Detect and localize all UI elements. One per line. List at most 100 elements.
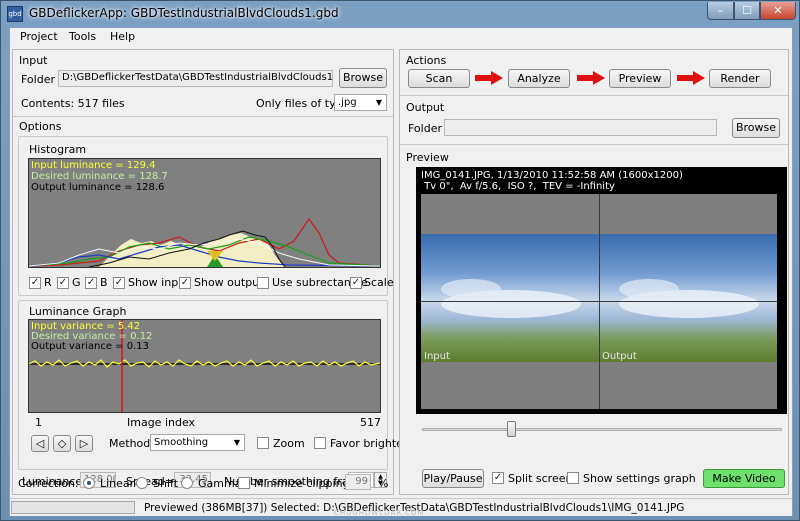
frame-slider-track[interactable] — [422, 428, 782, 431]
split-screen-label: Split screen — [508, 472, 573, 485]
arrow-right-icon — [475, 71, 503, 85]
menu-project[interactable]: Project — [20, 30, 58, 43]
make-video-button[interactable]: Make Video — [703, 469, 785, 488]
step-back-button[interactable]: ◁ — [31, 435, 49, 452]
input-folder-field[interactable]: D:\GBDeflickerTestData\GBDTestIndustrial… — [58, 70, 333, 87]
output-variance-text: Output variance = 0.13 — [31, 341, 149, 352]
checkbox-r-label: R — [44, 276, 52, 289]
percent-label: % — [378, 477, 389, 490]
desired-luminance-text: Desired luminance = 128.7 — [31, 171, 168, 182]
status-bar: Previewed (386MB[37]) Selected: D:\GBDef… — [10, 498, 792, 517]
chevron-down-icon: ▼ — [233, 438, 240, 447]
output-browse-button[interactable]: Browse — [732, 118, 780, 138]
menu-bar: Project Tools Help — [10, 28, 792, 46]
contents-label: Contents: 517 files — [21, 97, 125, 110]
input-luminance-text: Input luminance = 129.4 — [31, 160, 156, 171]
left-panel: Input Folder D:\GBDeflickerTestData\GBDT… — [12, 49, 407, 495]
x-axis-start: 1 — [35, 416, 42, 429]
linear-radio[interactable] — [83, 477, 95, 489]
menu-tools[interactable]: Tools — [69, 30, 96, 43]
checkbox-show-output-label: Show output — [194, 276, 264, 289]
show-settings-graph-label: Show settings graph — [583, 472, 696, 485]
x-axis-end: 517 — [360, 416, 381, 429]
method-value: Smoothing — [154, 437, 209, 448]
favor-brighter-label: Favor brighter — [330, 437, 408, 450]
output-group-title: Output — [406, 101, 445, 114]
x-axis-label: Image index — [127, 416, 196, 429]
title-bar[interactable]: gbd GBDeflickerApp: GBDTestIndustrialBlv… — [1, 1, 800, 27]
frame-slider-thumb[interactable] — [507, 421, 516, 437]
method-select[interactable]: Smoothing ▼ — [150, 434, 245, 451]
close-button[interactable]: ✕ — [760, 2, 796, 20]
checkbox-g-label: G — [72, 276, 81, 289]
output-folder-field[interactable] — [444, 119, 717, 136]
checkbox-b-label: B — [100, 276, 108, 289]
input-group-title: Input — [19, 54, 48, 67]
input-folder-label: Folder — [21, 73, 55, 86]
zoom-label: Zoom — [273, 437, 305, 450]
checkbox-b[interactable]: ✓ — [85, 277, 97, 289]
analyze-button[interactable]: Analyze — [508, 69, 570, 88]
step-forward-button[interactable]: ▷ — [75, 435, 93, 452]
divider — [400, 144, 788, 145]
play-pause-button[interactable]: Play/Pause — [422, 469, 484, 488]
checkbox-show-input[interactable]: ✓ — [113, 277, 125, 289]
checkbox-use-subrectangle[interactable] — [257, 277, 269, 289]
watermark-text: CHUGHDWLDAR.COM — [334, 509, 425, 517]
maximize-button[interactable]: ☐ — [734, 2, 760, 20]
scan-button[interactable]: Scan — [408, 69, 470, 88]
luminance-plot[interactable]: Input variance = 5.42 Desired variance =… — [28, 319, 381, 413]
input-browse-button[interactable]: Browse — [339, 68, 387, 88]
app-icon: gbd — [7, 6, 23, 22]
preview-button[interactable]: Preview — [609, 69, 671, 88]
minimize-clipping-checkbox[interactable] — [238, 477, 250, 489]
gamma-label: Gamma — [198, 477, 242, 490]
checkbox-r[interactable]: ✓ — [29, 277, 41, 289]
favor-brighter-checkbox[interactable] — [314, 437, 326, 449]
checkbox-g[interactable]: ✓ — [57, 277, 69, 289]
chevron-down-icon: ▼ — [375, 98, 382, 107]
output-luminance-text: Output luminance = 128.6 — [31, 182, 165, 193]
menu-help[interactable]: Help — [110, 30, 135, 43]
center-button[interactable]: ◇ — [53, 435, 71, 452]
shift-radio[interactable] — [136, 477, 148, 489]
preview-group-title: Preview — [406, 151, 449, 164]
render-button[interactable]: Render — [709, 69, 771, 88]
preview-input-tag: Input — [424, 351, 450, 362]
correction-label: Correction: — [18, 477, 79, 490]
luminance-graph-title: Luminance Graph — [29, 305, 127, 318]
method-label: Method — [109, 437, 151, 450]
split-screen-checkbox[interactable]: ✓ — [492, 472, 504, 484]
actions-group-title: Actions — [406, 54, 447, 67]
histogram-group: Histogram Input luminance = 129.4 Desire… — [18, 136, 394, 296]
luminance-graph-group: Luminance Graph Input variance = 5.42 De… — [18, 300, 407, 470]
progress-bar — [11, 501, 135, 514]
app-window: gbd GBDeflickerApp: GBDTestIndustrialBlv… — [0, 0, 800, 521]
triangle-left-icon: ◁ — [35, 437, 45, 450]
divider — [13, 116, 393, 117]
checkbox-scale[interactable]: ✓ — [350, 277, 362, 289]
minimize-clipping-field[interactable]: 99 — [345, 474, 371, 490]
histogram-title: Histogram — [29, 143, 87, 156]
preview-info-line1: IMG_0141.JPG, 1/13/2010 11:52:58 AM (160… — [421, 170, 683, 181]
checkbox-scale-label: Scale — [364, 276, 394, 289]
arrow-right-icon — [577, 71, 605, 85]
file-type-select[interactable]: .jpg ▼ — [334, 94, 387, 111]
preview-canvas[interactable]: IMG_0141.JPG, 1/13/2010 11:52:58 AM (160… — [416, 167, 787, 414]
diamond-icon: ◇ — [57, 437, 67, 450]
triangle-right-icon: ▷ — [79, 437, 89, 450]
split-line-horizontal — [421, 301, 777, 302]
divider — [400, 95, 788, 96]
minimize-button[interactable]: – — [707, 2, 734, 20]
gamma-radio[interactable] — [181, 477, 193, 489]
histogram-plot[interactable]: Input luminance = 129.4 Desired luminanc… — [28, 158, 381, 268]
options-group-title: Options — [19, 120, 62, 133]
show-settings-graph-checkbox[interactable] — [567, 472, 579, 484]
arrow-right-icon — [677, 71, 705, 85]
window-title: GBDeflickerApp: GBDTestIndustrialBlvdClo… — [29, 6, 339, 20]
preview-info-line2: Tv 0", Av f/5.6, ISO ?, TEV = -Infinity — [421, 181, 615, 192]
preview-image-frame: Input Output — [421, 194, 777, 409]
zoom-checkbox[interactable] — [257, 437, 269, 449]
checkbox-show-output[interactable]: ✓ — [179, 277, 191, 289]
preview-output-tag: Output — [602, 351, 637, 362]
